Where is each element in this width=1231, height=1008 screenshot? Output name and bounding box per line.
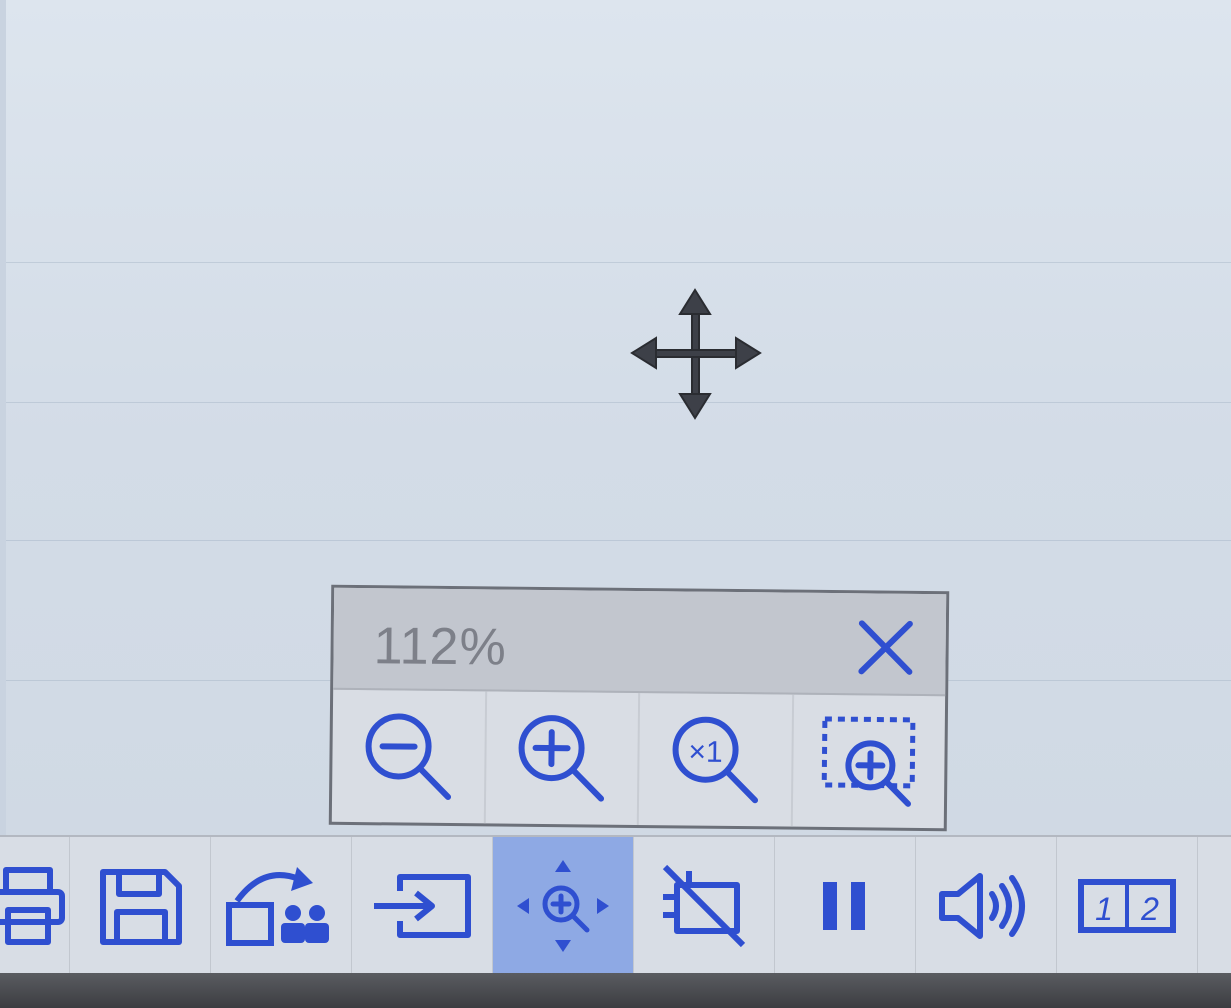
split-screen-icon: 1 2	[1078, 879, 1176, 933]
share-button[interactable]	[211, 837, 352, 975]
monitor-bezel	[0, 973, 1231, 1008]
volume-button[interactable]	[916, 837, 1057, 975]
input-source-icon	[374, 874, 471, 938]
pan-zoom-icon	[517, 860, 609, 952]
share-icon	[226, 867, 329, 946]
canvas-rule	[6, 402, 1231, 403]
zoom-panel-header[interactable]: 112%	[333, 587, 947, 697]
close-button[interactable]	[855, 617, 916, 678]
pan-zoom-button[interactable]	[493, 837, 634, 975]
print-icon	[0, 867, 65, 945]
zoom-area-button[interactable]	[792, 695, 945, 829]
hide-screen-button[interactable]	[634, 837, 775, 975]
save-button[interactable]	[70, 837, 211, 975]
input-source-button[interactable]	[352, 837, 493, 975]
zoom-panel: 112% ×1	[328, 584, 950, 832]
zoom-out-icon	[365, 713, 451, 801]
save-icon	[100, 869, 182, 945]
volume-icon	[939, 873, 1025, 939]
zoom-in-icon	[518, 715, 605, 802]
whiteboard-canvas[interactable]	[6, 0, 1231, 975]
zoom-area-icon	[821, 716, 916, 807]
canvas-rule	[6, 262, 1231, 263]
bottom-toolbar: 1 2	[0, 835, 1231, 975]
zoom-reset-label: ×1	[688, 736, 723, 769]
zoom-in-button[interactable]	[485, 691, 641, 826]
close-icon	[858, 620, 913, 675]
zoom-reset-button[interactable]: ×1	[638, 693, 794, 827]
split-label-1: 1	[1095, 891, 1113, 927]
move-cursor-icon	[630, 288, 762, 420]
zoom-reset-icon: ×1	[672, 716, 758, 804]
hide-screen-icon	[662, 864, 746, 948]
zoom-level: 112%	[373, 617, 508, 677]
zoom-out-button[interactable]	[331, 689, 487, 824]
pause-button[interactable]	[775, 837, 916, 975]
print-button[interactable]	[0, 837, 70, 975]
pause-icon	[823, 882, 865, 930]
split-label-2: 2	[1140, 891, 1159, 927]
canvas-rule	[6, 540, 1231, 541]
split-screen-button[interactable]: 1 2	[1057, 837, 1198, 975]
